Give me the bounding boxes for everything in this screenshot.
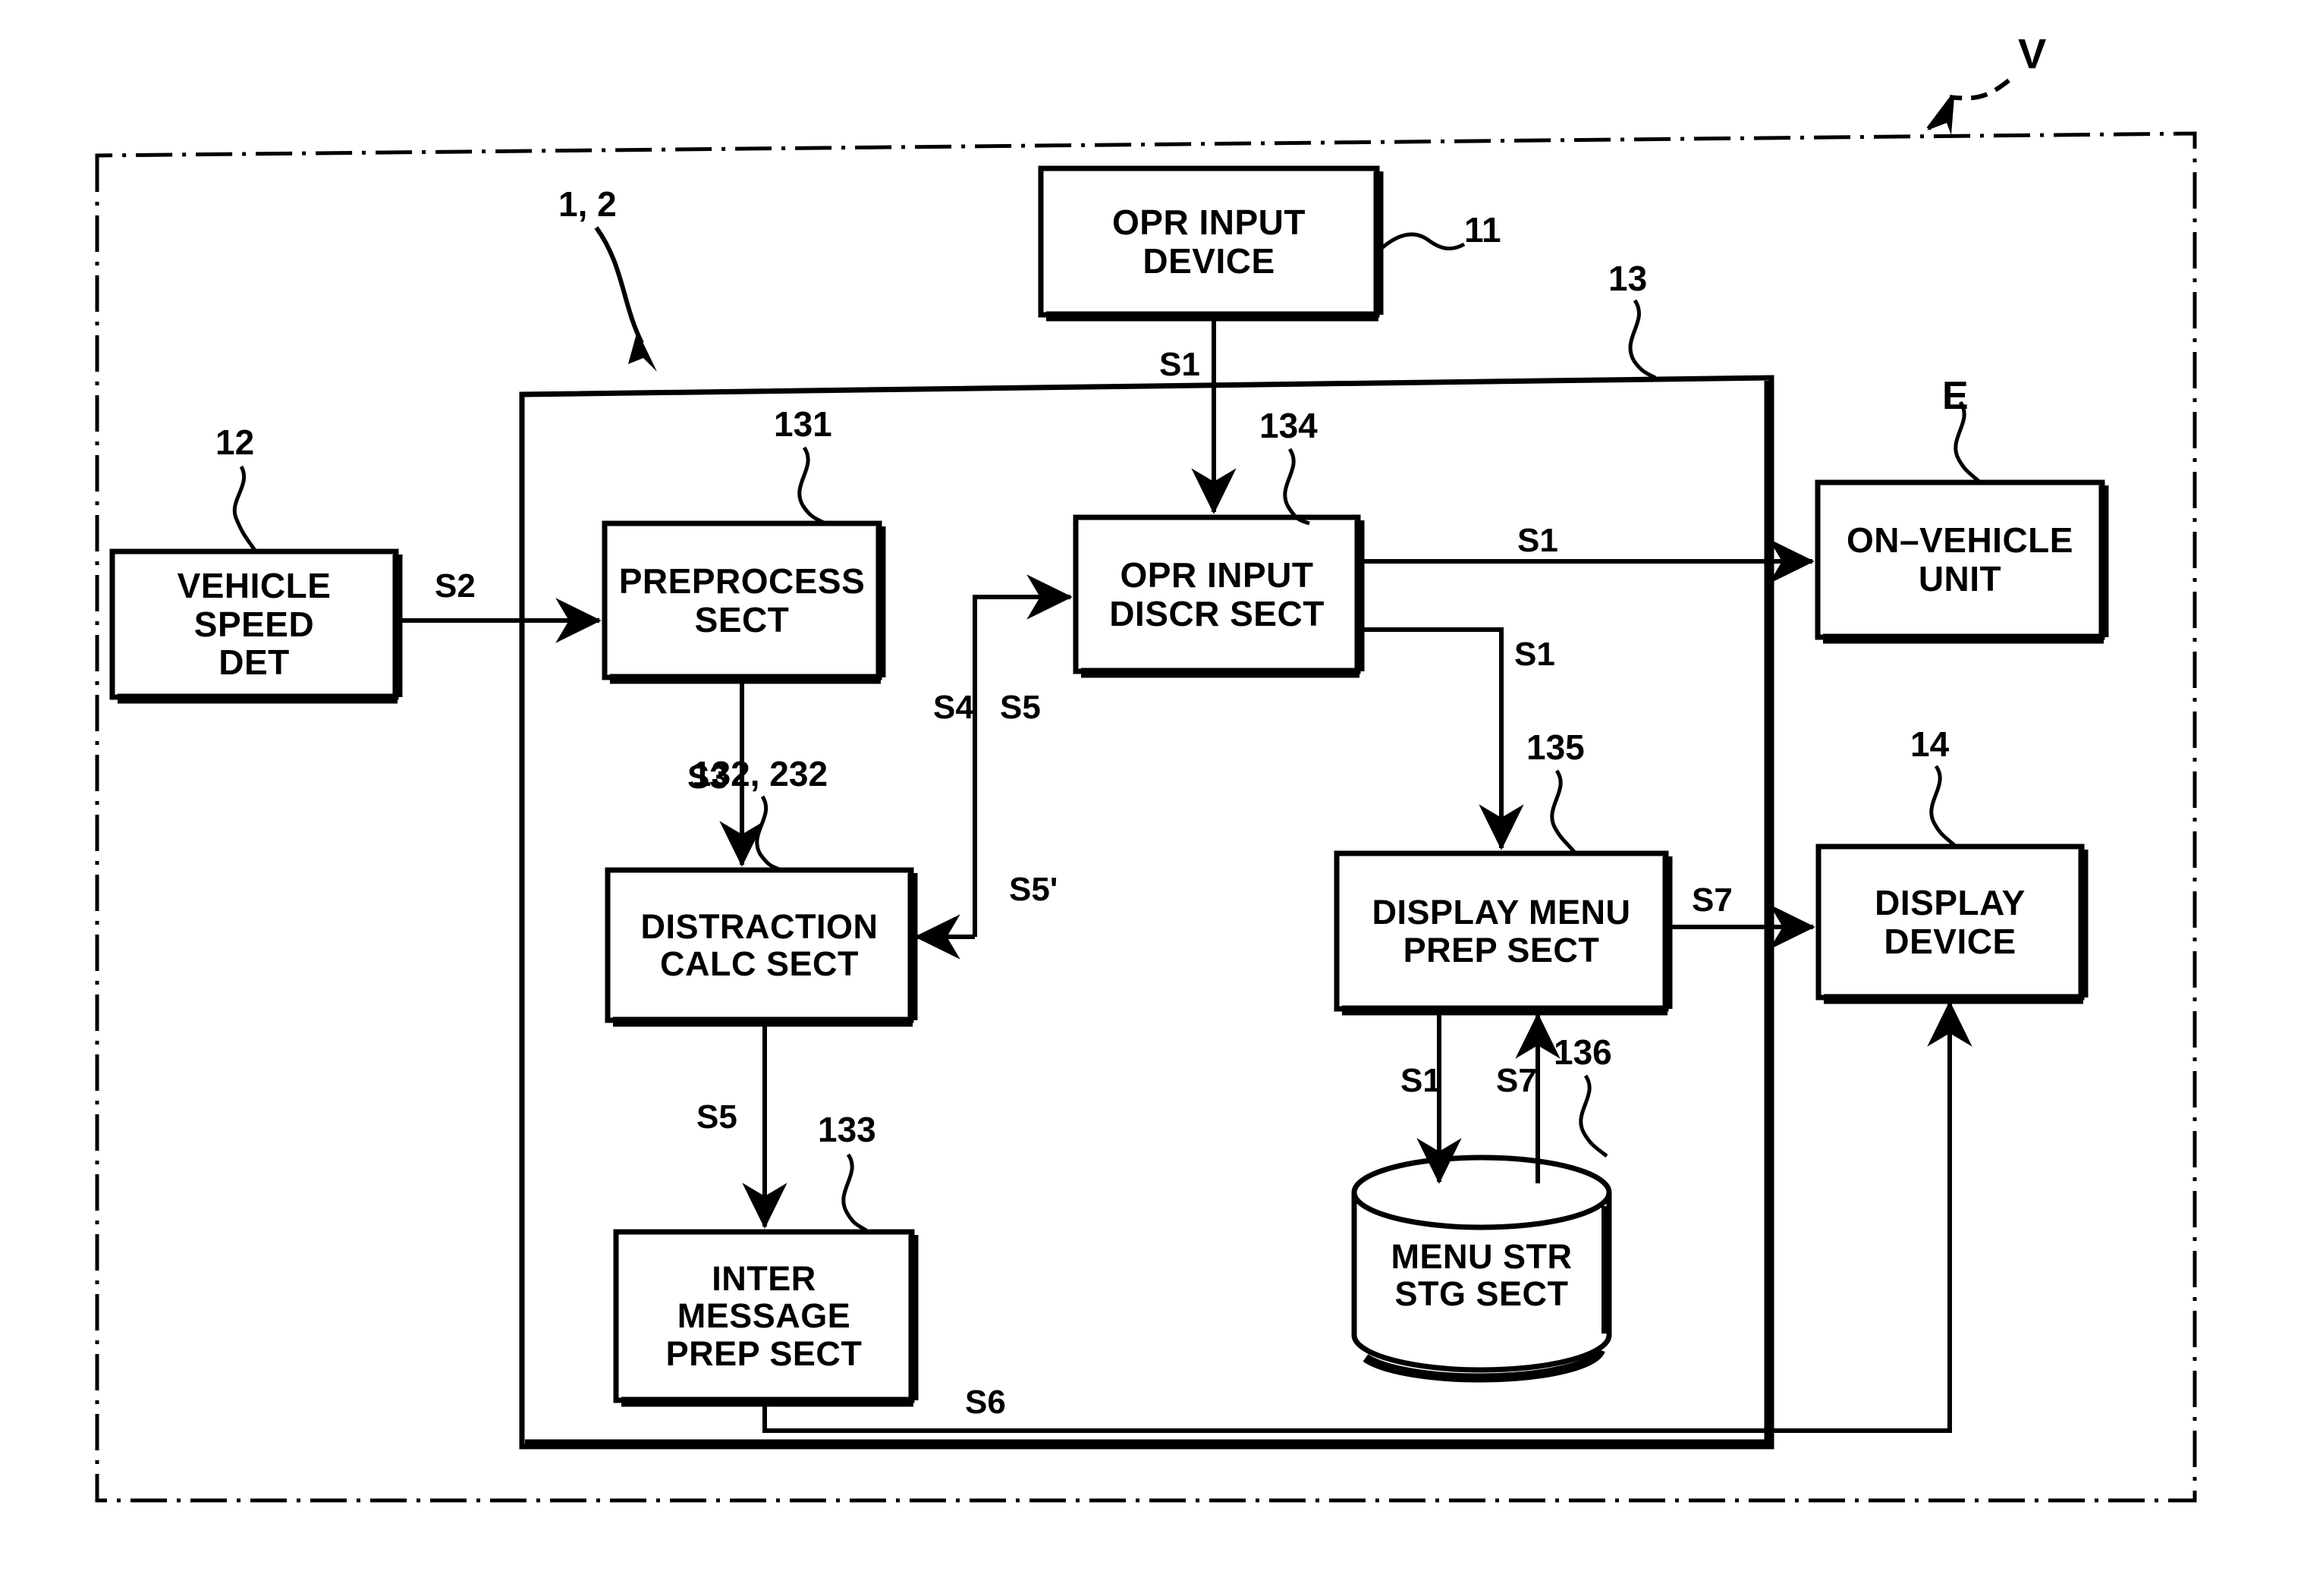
leader-squiggles [232,232,1980,1233]
label-menu-str-stg: MENU STR STG SECT [1391,1236,1573,1313]
label-inter-message: INTER MESSAGE PREP SECT [665,1258,863,1373]
ref-label-v: V [2018,30,2047,77]
signal-s1-menu: S1 [1514,636,1555,673]
signal-s2: S2 [435,567,476,605]
signal-s1-store: S1 [1400,1062,1441,1099]
label-vehicle-speed-det: VEHICLE SPEED DET [177,566,332,683]
signal-s1-on-vehicle: S1 [1517,522,1558,559]
signal-s6: S6 [965,1384,1006,1421]
signal-s5-prime: S5' [1009,871,1058,908]
block-shadow-edges [118,171,2109,1407]
leader-one-two [594,226,657,372]
label-opr-input-device: OPR INPUT DEVICE [1112,202,1306,281]
signal-s7-store: S7 [1496,1062,1537,1099]
label-display-device: DISPLAY DEVICE [1875,882,2026,961]
signal-s1-top: S1 [1159,346,1200,383]
signal-s5-msg: S5 [696,1098,737,1136]
ref-label-11: 11 [1464,210,1501,250]
ref-label-1-2: 1, 2 [558,184,617,224]
signal-s7-out: S7 [1692,881,1733,919]
label-opr-input-discr: OPR INPUT DISCR SECT [1109,555,1325,633]
label-display-menu-prep: DISPLAY MENU PREP SECT [1372,893,1631,969]
signal-s4: S4 [933,689,974,726]
ref-label-12: 12 [215,423,255,462]
label-preprocess-sect: PREPROCESS SECT [618,561,866,639]
ref-label-14: 14 [1910,724,1950,764]
signal-s3: S3 [687,759,728,796]
ref-label-13: 13 [1608,259,1648,298]
signal-s5-discr: S5 [1000,689,1041,726]
label-on-vehicle-unit: ON–VEHICLE UNIT [1847,520,2073,598]
figure-canvas: V E 11 12 13 14 1, 2 131 132, 232 133 13… [0,0,2304,1596]
ref-label-134: 134 [1259,406,1318,445]
ref-label-131: 131 [774,404,832,444]
block-outlines [109,165,2105,1403]
vehicle-boundary-outline [95,131,2197,1503]
conn-s1-menu [1358,627,1524,850]
ref-label-e: E [1942,374,1969,418]
label-distraction-calc: DISTRACTION CALC SECT [640,906,879,983]
leader-v [1926,78,2010,135]
ref-label-133: 133 [818,1110,876,1149]
ref-label-136: 136 [1554,1032,1612,1072]
ref-label-135: 135 [1526,727,1585,767]
